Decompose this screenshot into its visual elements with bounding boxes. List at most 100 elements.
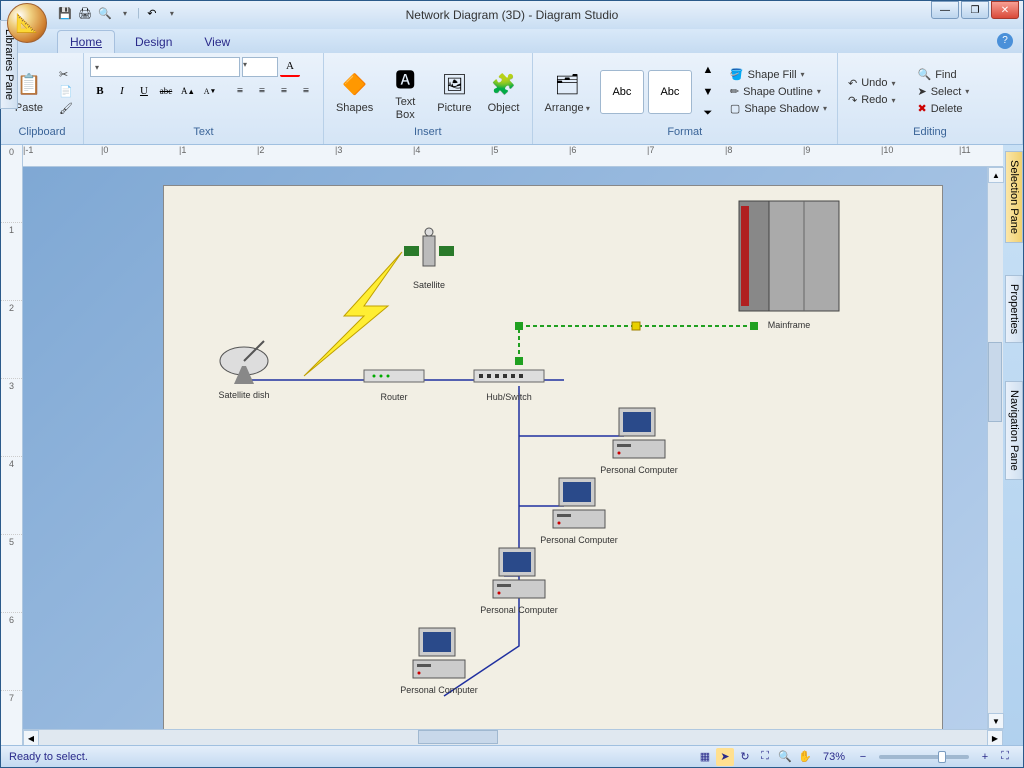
minimize-button[interactable]: — — [931, 1, 959, 19]
satellite-label: Satellite — [394, 280, 464, 290]
shapes-icon: 🔶 — [339, 68, 371, 100]
horizontal-ruler: |-1|0|1|2|3|4|5|6|7|8|9|10|11 — [23, 145, 1003, 167]
page-mode-icon[interactable]: ▦ — [696, 748, 714, 766]
router-label: Router — [354, 392, 434, 402]
save-icon[interactable]: 💾 — [57, 5, 73, 21]
bold-button[interactable]: B — [90, 81, 110, 101]
zoom-mode-icon[interactable]: 🔍 — [776, 748, 794, 766]
strike-button[interactable]: abc — [156, 81, 176, 101]
node-router[interactable]: Router — [354, 364, 434, 402]
style-gallery-button[interactable]: ⏷ — [698, 104, 718, 124]
shape-style-2[interactable]: Abc — [648, 70, 692, 114]
zoom-percent[interactable]: 73% — [823, 751, 845, 763]
align-left-button[interactable]: ≡ — [230, 81, 250, 101]
print-preview-icon[interactable]: 🔍 — [97, 5, 113, 21]
qat-more-icon[interactable] — [117, 5, 133, 21]
tab-view[interactable]: View — [192, 31, 242, 53]
font-color-button[interactable]: A — [280, 57, 300, 77]
zoom-in-button[interactable]: + — [976, 748, 994, 766]
picture-button[interactable]: 🖼Picture — [431, 66, 477, 116]
undo-more-icon[interactable] — [164, 5, 180, 21]
maximize-button[interactable]: ❐ — [961, 1, 989, 19]
ribbon: 📋 Paste ✂ 📄 🖌 Clipboard A — [1, 53, 1023, 145]
shape-outline-button[interactable]: ✏ Shape Outline — [726, 84, 831, 99]
node-pc-1[interactable]: Personal Computer — [594, 406, 684, 475]
group-text: A B I U abc A▲ A▼ ≡ ≡ ≡ ≡ Text — [84, 53, 324, 144]
tab-home[interactable]: Home — [57, 30, 115, 53]
find-button[interactable]: 🔍Find — [914, 67, 974, 82]
node-satellite[interactable]: Satellite — [394, 226, 464, 290]
scroll-v-thumb[interactable] — [988, 342, 1002, 422]
vertical-scrollbar[interactable]: ▲ ▼ — [987, 167, 1003, 729]
textbox-label: Text Box — [395, 96, 415, 120]
object-button[interactable]: 🧩Object — [482, 66, 526, 116]
zoom-slider[interactable] — [879, 755, 969, 759]
zoom-out-button[interactable]: − — [854, 748, 872, 766]
fit-page-button[interactable]: ⛶ — [996, 748, 1014, 766]
scroll-up-button[interactable]: ▲ — [988, 167, 1004, 183]
binoculars-icon: 🔍 — [918, 68, 932, 81]
scroll-right-button[interactable]: ▶ — [987, 730, 1003, 745]
style-next-button[interactable]: ▼ — [698, 82, 718, 102]
satdish-label: Satellite dish — [194, 390, 294, 400]
shape-shadow-button[interactable]: ▢Shape Shadow — [726, 101, 831, 116]
shrink-font-button[interactable]: A▼ — [200, 81, 220, 101]
node-satellite-dish[interactable]: Satellite dish — [194, 336, 294, 400]
horizontal-scrollbar[interactable]: ◀ ▶ — [23, 729, 1003, 745]
node-pc-4[interactable]: Personal Computer — [394, 626, 484, 695]
arrange-button[interactable]: 🗂Arrange — [539, 66, 596, 116]
zoom-slider-thumb[interactable] — [938, 751, 946, 763]
node-pc-2[interactable]: Personal Computer — [534, 476, 624, 545]
help-icon[interactable]: ? — [997, 33, 1013, 49]
node-mainframe[interactable]: Mainframe — [724, 196, 854, 330]
navigation-pane-tab[interactable]: Navigation Pane — [1005, 381, 1023, 480]
select-button[interactable]: ➤Select — [914, 84, 974, 99]
undo-button[interactable]: ↶Undo — [844, 76, 900, 91]
align-right-button[interactable]: ≡ — [274, 81, 294, 101]
shape-fill-button[interactable]: 🪣 Shape Fill — [726, 67, 831, 82]
redo-button[interactable]: ↷Redo — [844, 93, 900, 108]
tab-design[interactable]: Design — [123, 31, 184, 53]
font-size-dropdown[interactable] — [242, 57, 278, 77]
style-prev-button[interactable]: ▲ — [698, 60, 718, 80]
bucket-icon: 🪣 — [730, 68, 744, 81]
shape-style-1[interactable]: Abc — [600, 70, 644, 114]
shapes-button[interactable]: 🔶Shapes — [330, 66, 379, 116]
node-pc-3[interactable]: Personal Computer — [474, 546, 564, 615]
font-family-dropdown[interactable] — [90, 57, 240, 77]
canvas[interactable]: Satellite dish Satellite Router Hub/Swit… — [23, 167, 1003, 729]
scroll-left-button[interactable]: ◀ — [23, 730, 39, 745]
selection-pane-tab[interactable]: Selection Pane — [1005, 151, 1023, 243]
shape-fill-label: Shape Fill — [748, 69, 797, 81]
underline-button[interactable]: U — [134, 81, 154, 101]
align-justify-button[interactable]: ≡ — [296, 81, 316, 101]
format-painter-button[interactable]: 🖌 — [55, 101, 77, 116]
cut-button[interactable]: ✂ — [55, 67, 77, 82]
copy-button[interactable]: 📄 — [55, 84, 77, 99]
scroll-down-button[interactable]: ▼ — [988, 713, 1004, 729]
shape-outline-label: Shape Outline — [743, 86, 813, 98]
app-orb[interactable]: 📐 — [7, 3, 47, 43]
undo-icon[interactable]: ↶ — [144, 5, 160, 21]
print-icon[interactable]: 🖨 — [77, 5, 93, 21]
scroll-h-thumb[interactable] — [418, 730, 498, 744]
picture-label: Picture — [437, 102, 471, 114]
pointer-mode-icon[interactable]: ➤ — [716, 748, 734, 766]
textbox-button[interactable]: 🅰Text Box — [383, 60, 427, 122]
rotate-mode-icon[interactable]: ↻ — [736, 748, 754, 766]
delete-button[interactable]: ✖Delete — [914, 101, 974, 116]
arrange-icon: 🗂 — [551, 68, 583, 100]
italic-button[interactable]: I — [112, 81, 132, 101]
titlebar: 📐 💾 🖨 🔍 | ↶ Network Diagram (3D) - Diagr… — [1, 1, 1023, 29]
quick-access-toolbar: 💾 🖨 🔍 | ↶ — [57, 5, 180, 21]
close-button[interactable]: ✕ — [991, 1, 1019, 19]
align-center-button[interactable]: ≡ — [252, 81, 272, 101]
redo-label: Redo — [861, 94, 887, 106]
crop-mode-icon[interactable]: ⛶ — [756, 748, 774, 766]
grow-font-button[interactable]: A▲ — [178, 81, 198, 101]
hand-mode-icon[interactable]: ✋ — [796, 748, 814, 766]
pencil-icon: ✏ — [730, 85, 739, 98]
node-hub-switch[interactable]: Hub/Switch — [464, 364, 554, 402]
diagram-page[interactable]: Satellite dish Satellite Router Hub/Swit… — [163, 185, 943, 729]
properties-pane-tab[interactable]: Properties — [1005, 275, 1023, 343]
